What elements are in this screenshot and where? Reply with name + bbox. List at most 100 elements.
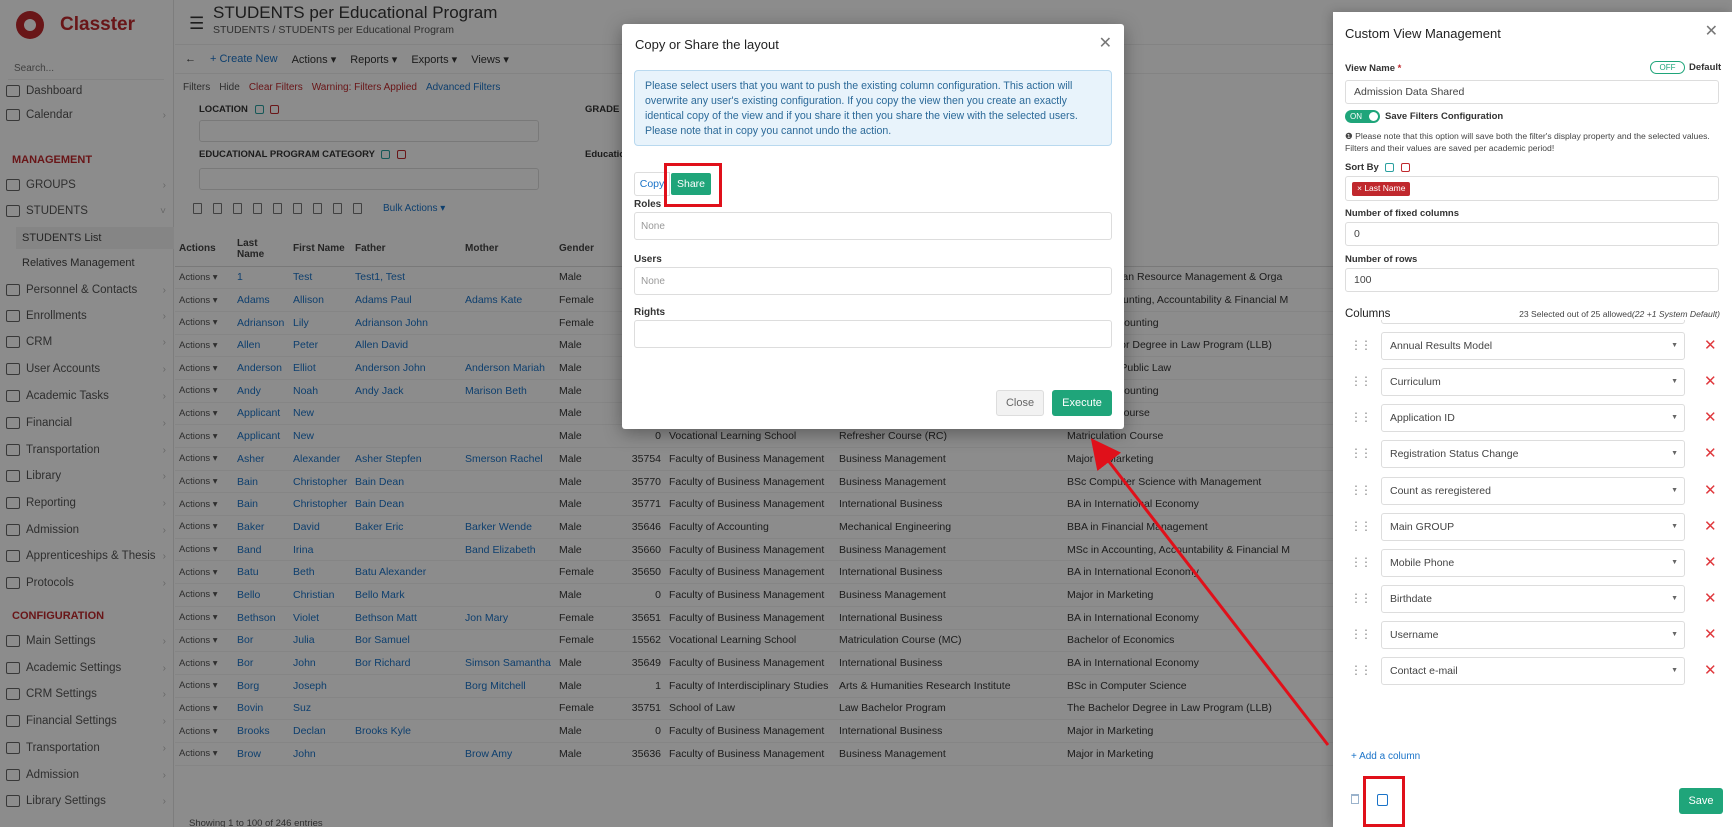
chevron-down-icon: ▼ [1671,378,1678,386]
remove-column-icon[interactable]: ✕ [1704,408,1717,426]
column-config-row: ⋮⋮ Count as reregistered ▼ ✕ [1333,476,1732,505]
column-config-row: ⋮⋮ Mobile Phone ▼ ✕ [1333,548,1732,577]
column-select[interactable]: Annual Results Model ▼ [1381,332,1685,361]
column-select[interactable]: Registration Status Change ▼ [1381,440,1685,469]
column-select-label: Count as reregistered [1390,484,1491,497]
remove-icon[interactable] [1401,162,1411,172]
modal-title: Copy or Share the layout [635,37,779,52]
column-select[interactable]: Mobile Phone ▼ [1381,548,1685,577]
chevron-down-icon: ▼ [1671,486,1678,494]
column-config-row: ⋮⋮ Application ID ▼ ✕ [1333,404,1732,433]
remove-column-icon[interactable]: ✕ [1704,661,1717,679]
chevron-down-icon: ▼ [1671,558,1678,566]
column-select-label: Application ID [1390,412,1455,425]
column-select-label: Registration Status Change [1390,448,1519,461]
rights-select[interactable] [634,320,1112,348]
columns-count: 23 Selected out of 25 allowed(22 +1 Syst… [1519,309,1720,319]
add-column-link[interactable]: + Add a column [1351,751,1420,762]
column-select-label: Birthdate [1390,592,1433,605]
drag-handle-icon[interactable]: ⋮⋮ [1350,663,1372,677]
column-select-label: Main GROUP [1390,520,1455,533]
column-select-label: Username [1390,628,1439,641]
filter-note: ❶ Please note that this option will save… [1345,130,1725,154]
column-select-label: Contact e-mail [1390,665,1458,677]
drag-handle-icon[interactable]: ⋮⋮ [1350,627,1372,641]
remove-column-icon[interactable]: ✕ [1704,517,1717,535]
trash-icon[interactable] [1351,794,1359,804]
roles-select[interactable]: None [634,212,1112,240]
view-name-label-text: View Name [1345,63,1395,74]
drag-handle-icon[interactable]: ⋮⋮ [1350,591,1372,605]
chevron-down-icon: ▼ [1671,414,1678,422]
default-toggle[interactable]: OFF [1650,61,1685,74]
edit-icon[interactable] [1385,162,1395,172]
custom-view-panel: Custom View Management ✕ View Name * OFF… [1333,12,1732,827]
columns-list: ⋮⋮Status Color▼✕⋮⋮Annual Results Model▼✕… [1333,320,1732,760]
roles-label: Roles [634,199,662,210]
drag-handle-icon[interactable]: ⋮⋮ [1350,338,1372,352]
column-select[interactable]: Curriculum ▼ [1381,368,1685,397]
drag-handle-icon[interactable]: ⋮⋮ [1350,446,1372,460]
column-config-row: ⋮⋮Status Color▼✕ [1333,320,1732,324]
drag-handle-icon[interactable]: ⋮⋮ [1350,519,1372,533]
column-select-label: Curriculum [1390,376,1441,389]
filter-note-text: Please note that this option will save b… [1345,131,1710,153]
columns-count-note: (22 +1 System Default) [1631,309,1720,319]
column-select[interactable]: Main GROUP ▼ [1381,512,1685,541]
column-config-row: ⋮⋮ Registration Status Change ▼ ✕ [1333,440,1732,469]
column-config-row: ⋮⋮ Username ▼ ✕ [1333,620,1732,649]
drag-handle-icon[interactable]: ⋮⋮ [1350,374,1372,388]
drag-handle-icon[interactable]: ⋮⋮ [1350,483,1372,497]
chevron-down-icon: ▼ [1671,667,1678,674]
info-icon: ❶ [1345,131,1353,141]
rows-label: Number of rows [1345,254,1418,265]
save-filters-label: Save Filters Configuration [1385,111,1504,122]
view-name-label: View Name * [1345,63,1402,74]
share-highlight-box [664,163,722,207]
remove-column-icon[interactable]: ✕ [1704,589,1717,607]
chevron-down-icon: ▼ [1671,594,1678,602]
remove-column-icon[interactable]: ✕ [1704,625,1717,643]
users-label: Users [634,254,662,265]
chevron-down-icon: ▼ [1671,342,1678,350]
rights-label: Rights [634,307,666,318]
column-select[interactable]: Application ID ▼ [1381,404,1685,433]
remove-column-icon[interactable]: ✕ [1704,372,1717,390]
fixed-columns-label: Number of fixed columns [1345,208,1460,219]
drag-handle-icon[interactable]: ⋮⋮ [1350,410,1372,424]
column-select[interactable]: Username ▼ [1381,620,1685,649]
panel-title: Custom View Management [1345,26,1501,41]
fixed-columns-input[interactable]: 0 [1345,222,1719,246]
modal-info-alert: Please select users that you want to pus… [634,70,1112,146]
column-config-row: ⋮⋮ Annual Results Model ▼ ✕ [1333,332,1732,361]
save-button[interactable]: Save [1679,788,1723,814]
remove-column-icon[interactable]: ✕ [1704,336,1717,354]
remove-column-icon[interactable]: ✕ [1704,553,1717,571]
save-filters-toggle[interactable]: ON [1345,110,1380,123]
sort-tag-last-name[interactable]: × Last Name [1352,182,1411,196]
columns-count-text: 23 Selected out of 25 allowed [1519,309,1632,319]
drag-handle-icon[interactable]: ⋮⋮ [1350,555,1372,569]
rows-input[interactable]: 100 [1345,268,1719,292]
column-select[interactable]: Count as reregistered ▼ [1381,476,1685,505]
column-select-label: Annual Results Model [1390,340,1493,353]
remove-column-icon[interactable]: ✕ [1704,444,1717,462]
column-select[interactable]: Contact e-mail ▼ [1381,657,1685,685]
sort-by-label-text: Sort By [1345,162,1379,173]
chevron-down-icon: ▼ [1671,630,1678,638]
sort-by-input[interactable]: × Last Name [1345,176,1719,201]
close-icon[interactable]: ✕ [1705,21,1718,41]
close-icon[interactable]: ✕ [1099,33,1112,53]
column-select[interactable]: Status Color▼ [1381,320,1685,324]
column-config-row: ⋮⋮ Main GROUP ▼ ✕ [1333,512,1732,541]
close-button[interactable]: Close [996,390,1044,416]
copy-share-modal: Copy or Share the layout ✕ Please select… [622,24,1124,429]
view-name-input[interactable]: Admission Data Shared [1345,80,1719,104]
sort-by-label: Sort By [1345,162,1411,173]
execute-button[interactable]: Execute [1052,390,1112,416]
chevron-down-icon: ▼ [1671,522,1678,530]
remove-column-icon[interactable]: ✕ [1704,481,1717,499]
column-config-row: ⋮⋮ Contact e-mail ▼ ✕ [1333,657,1732,685]
column-select[interactable]: Birthdate ▼ [1381,584,1685,613]
users-select[interactable]: None [634,267,1112,295]
